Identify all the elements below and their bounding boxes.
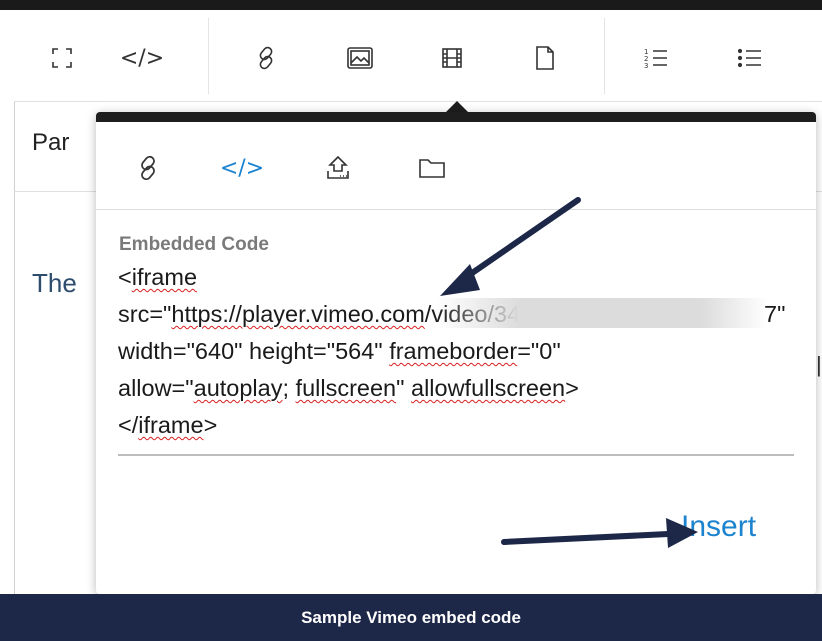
toolbar-divider xyxy=(604,18,605,94)
link-icon xyxy=(141,155,155,181)
code-line: allow="autoplay; fullscreen" allowfullsc… xyxy=(118,375,579,401)
numbered-list-button[interactable]: 1 2 3 xyxy=(636,38,676,78)
popover-header-bar xyxy=(96,112,816,122)
code-line-text: frameborder xyxy=(389,338,518,364)
caption-text: Sample Vimeo embed code xyxy=(301,607,521,627)
code-icon: </> xyxy=(119,45,165,71)
code-line: </iframe> xyxy=(118,412,218,438)
numbered-list-icon: 1 2 3 xyxy=(644,48,667,70)
code-line: width="640" height="564" frameborder="0" xyxy=(118,338,561,364)
toolbar-divider xyxy=(208,18,209,94)
folder-icon xyxy=(419,159,445,178)
code-icon: </> xyxy=(219,155,265,181)
editor-body-text-fragment: | xyxy=(816,352,822,377)
textarea-underline xyxy=(118,454,794,456)
embedded-code-label: Embedded Code xyxy=(119,234,269,255)
insert-link-button[interactable] xyxy=(246,38,286,78)
code-line-text: iframe xyxy=(131,264,198,290)
code-line-text: fullscreen xyxy=(295,375,397,401)
insert-file-button[interactable] xyxy=(525,38,565,78)
upload-icon xyxy=(327,155,349,179)
embedded-code-textarea[interactable]: <iframe src="https://player.vimeo.com/vi… xyxy=(118,262,798,452)
caption-bar: Sample Vimeo embed code xyxy=(0,594,822,641)
insert-button[interactable]: Insert xyxy=(681,510,756,544)
insert-video-button[interactable] xyxy=(432,38,472,78)
video-icon xyxy=(442,48,462,68)
code-line-text: allowfullscreen xyxy=(411,375,566,401)
code-line-text: autoplay xyxy=(193,375,283,401)
popover-caret xyxy=(446,101,468,112)
svg-text:3: 3 xyxy=(644,62,648,70)
top-bar xyxy=(0,0,822,10)
code-line: 7" xyxy=(764,301,786,327)
fullscreen-button[interactable] xyxy=(42,38,82,78)
file-icon xyxy=(536,46,554,70)
code-view-button[interactable]: </> xyxy=(119,38,165,78)
image-icon xyxy=(347,47,373,69)
insert-image-button[interactable] xyxy=(340,38,380,78)
code-line: <iframe xyxy=(118,264,198,290)
fullscreen-icon xyxy=(52,48,72,68)
code-line-text: https://player.vimeo.com xyxy=(171,301,425,327)
bullet-list-icon xyxy=(737,48,761,68)
popover-tabs: </> xyxy=(96,122,816,210)
tab-video-url[interactable] xyxy=(126,146,170,190)
paragraph-format-dropdown[interactable]: Par xyxy=(32,129,69,157)
editor-body-text: The xyxy=(32,268,77,298)
embed-video-popover: </> Embedded Code <iframe src="https://p… xyxy=(96,112,816,594)
redacted-video-id xyxy=(436,298,768,328)
tab-browse-files[interactable] xyxy=(410,146,454,190)
tab-upload-video[interactable] xyxy=(316,146,360,190)
link-icon xyxy=(259,46,273,70)
bullet-list-button[interactable] xyxy=(730,38,770,78)
code-line-text: iframe xyxy=(138,412,204,438)
tab-embedded-code[interactable]: </> xyxy=(220,146,264,190)
editor-toolbar: </> 1 2 3 xyxy=(14,10,822,102)
